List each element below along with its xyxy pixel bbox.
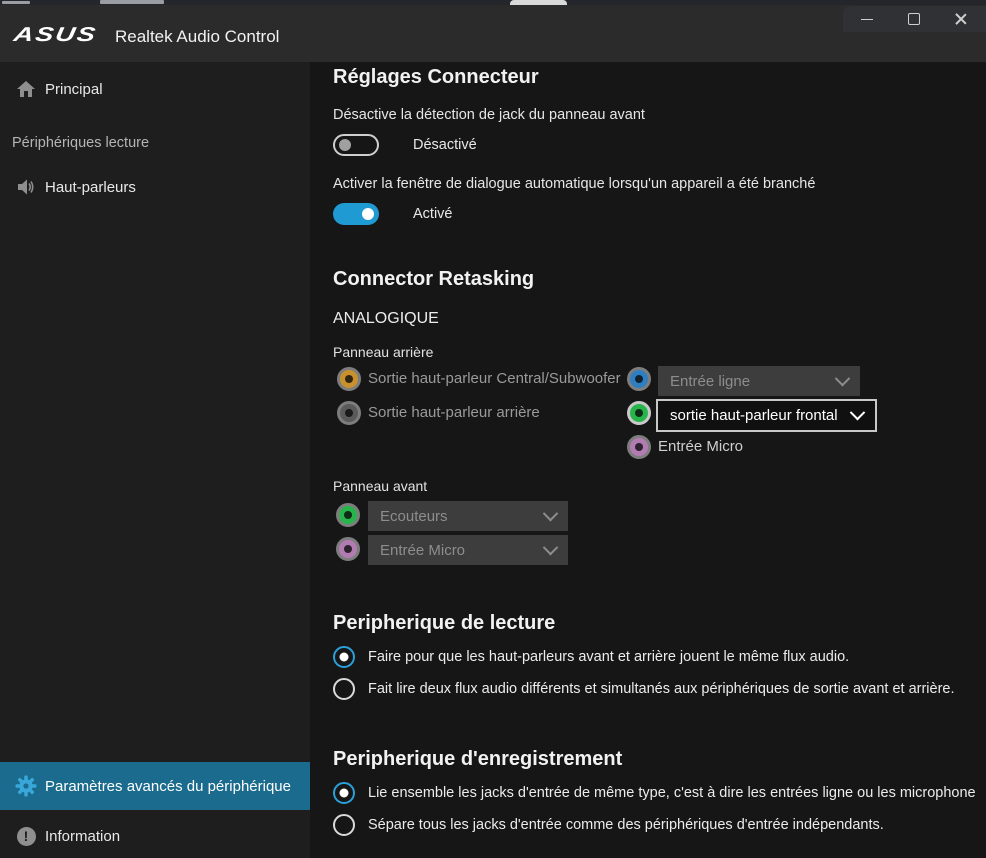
sidebar-item-label: Principal (45, 81, 103, 98)
chevron-down-icon (543, 505, 559, 521)
maximize-icon (908, 13, 920, 25)
radio-selected-icon[interactable] (333, 782, 355, 804)
close-button[interactable] (937, 6, 984, 32)
section-title-connector-settings: Réglages Connecteur (333, 65, 539, 89)
recording-option-tie-jacks[interactable]: Lie ensemble les jacks d'entrée de même … (333, 781, 986, 805)
radio-selected-icon[interactable] (333, 646, 355, 668)
toggle-state-label: Activé (413, 206, 453, 222)
section-title-playback-device: Peripherique de lecture (333, 611, 555, 635)
minimize-icon (861, 19, 873, 20)
dropdown-value: sortie haut-parleur frontal (670, 407, 838, 424)
maximize-button[interactable] (890, 6, 937, 32)
front-speaker-out-dropdown[interactable]: sortie haut-parleur frontal (656, 399, 877, 432)
radio-option-label: Faire pour que les haut-parleurs avant e… (368, 649, 849, 665)
sidebar-item-speakers[interactable]: Haut-parleurs (0, 172, 310, 202)
playback-option-two-streams[interactable]: Fait lire deux flux audio différents et … (333, 677, 986, 701)
chevron-down-icon (835, 370, 851, 386)
front-panel-label: Panneau avant (333, 477, 427, 495)
headphones-dropdown[interactable]: Ecouteurs (368, 501, 568, 531)
subsection-analogique: ANALOGIQUE (333, 309, 439, 329)
rear-left-label: Sortie haut-parleur Central/Subwoofer (368, 367, 621, 391)
main-content: Réglages Connecteur Désactive la détecti… (310, 62, 986, 858)
rear-left-label: Sortie haut-parleur arrière (368, 401, 540, 425)
sidebar-item-label: Paramètres avancés du périphérique (45, 778, 291, 795)
orange-jack-icon (337, 367, 361, 391)
window-controls (843, 6, 986, 32)
minimize-button[interactable] (843, 6, 890, 32)
auto-popup-toggle-row: Activé (333, 202, 453, 226)
toggle-knob (339, 139, 351, 151)
auto-popup-toggle[interactable] (333, 203, 379, 225)
background-text-fragment (2, 1, 30, 4)
dropdown-value: Entrée ligne (670, 373, 750, 390)
blue-jack-icon (627, 367, 651, 391)
app-body: Principal Périphériques lecture Haut-par… (0, 62, 986, 858)
purple-jack-icon (336, 537, 360, 561)
jack-detection-label: Désactive la détection de jack du pannea… (333, 106, 645, 125)
toggle-state-label: Désactivé (413, 137, 477, 153)
radio-option-label: Sépare tous les jacks d'entrée comme des… (368, 817, 884, 833)
line-in-dropdown[interactable]: Entrée ligne (658, 366, 860, 396)
chevron-down-icon (850, 405, 866, 421)
sidebar: Principal Périphériques lecture Haut-par… (0, 62, 310, 858)
toggle-knob (362, 208, 374, 220)
section-title-connector-retasking: Connector Retasking (333, 267, 534, 291)
sidebar-item-advanced-settings[interactable]: Paramètres avancés du périphérique (0, 762, 310, 810)
title-bar: ASUS Realtek Audio Control (0, 5, 986, 62)
dropdown-value: Ecouteurs (380, 508, 448, 525)
asus-logo: ASUS (12, 23, 99, 46)
background-text-fragment (100, 0, 164, 4)
gray-jack-icon (337, 401, 361, 425)
jack-detection-toggle-row: Désactivé (333, 133, 477, 157)
dropdown-value: Entrée Micro (380, 542, 465, 559)
green-jack-icon (336, 503, 360, 527)
auto-popup-label: Activer la fenêtre de dialogue automatiq… (333, 175, 815, 194)
sidebar-item-label: Information (45, 828, 120, 845)
jack-detection-toggle[interactable] (333, 134, 379, 156)
rear-panel-label: Panneau arrière (333, 343, 433, 361)
green-jack-icon (627, 401, 651, 425)
radio-unselected-icon[interactable] (333, 814, 355, 836)
speaker-icon (15, 176, 37, 198)
front-mic-dropdown[interactable]: Entrée Micro (368, 535, 568, 565)
window-title: Realtek Audio Control (115, 27, 279, 47)
mic-in-label: Entrée Micro (658, 435, 743, 459)
recording-option-separate-jacks[interactable]: Sépare tous les jacks d'entrée comme des… (333, 813, 986, 837)
playback-option-same-stream[interactable]: Faire pour que les haut-parleurs avant e… (333, 645, 986, 669)
sidebar-item-information[interactable]: Information (0, 820, 310, 852)
radio-option-label: Fait lire deux flux audio différents et … (368, 681, 955, 697)
gear-icon (15, 775, 37, 797)
sidebar-item-principal[interactable]: Principal (0, 74, 310, 104)
chevron-down-icon (543, 539, 559, 555)
section-title-recording-device: Peripherique d'enregistrement (333, 747, 622, 771)
info-icon (15, 825, 37, 847)
sidebar-section-playback-devices: Périphériques lecture (12, 135, 149, 151)
purple-jack-icon (627, 435, 651, 459)
close-icon (955, 13, 967, 25)
sidebar-item-label: Haut-parleurs (45, 179, 136, 196)
home-icon (15, 78, 37, 100)
radio-unselected-icon[interactable] (333, 678, 355, 700)
radio-option-label: Lie ensemble les jacks d'entrée de même … (368, 785, 976, 801)
